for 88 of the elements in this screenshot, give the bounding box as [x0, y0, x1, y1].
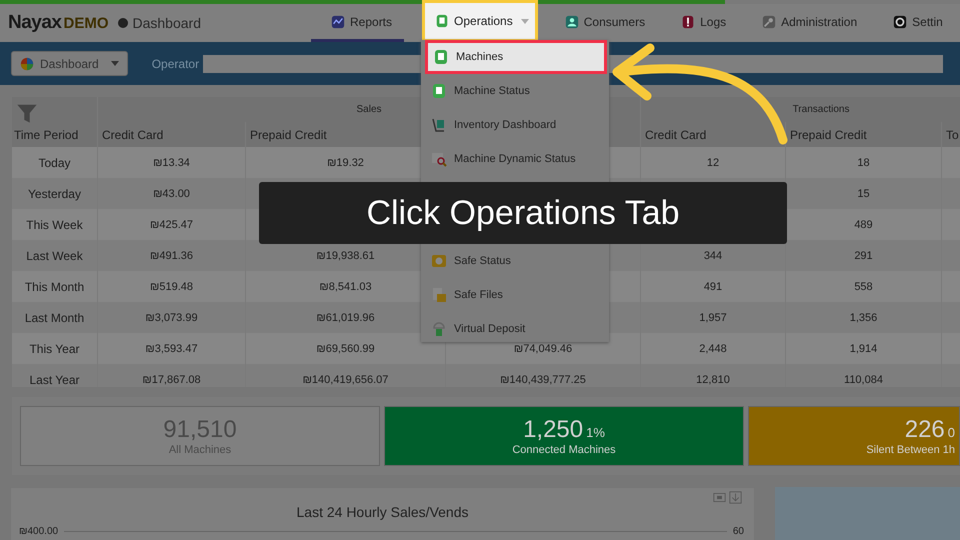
table-cell: Last Week — [26, 248, 83, 262]
table-cell: This Week — [26, 218, 83, 232]
table-cell: 15 — [857, 188, 870, 200]
stat-label: Silent Between 1h — [866, 444, 955, 456]
column-header: Credit Card — [645, 128, 706, 142]
table-cell: 489 — [854, 218, 873, 230]
table-cell: 1,957 — [699, 312, 727, 324]
table-cell: ₪61,019.96 — [316, 312, 375, 324]
safe-icon — [431, 253, 447, 269]
column-header: To — [946, 128, 959, 142]
cloud-icon — [431, 321, 447, 337]
table-cell: ₪491.36 — [150, 250, 193, 262]
operator-label: Operator — [152, 56, 200, 70]
table-cell: ₪140,419,656.07 — [302, 374, 388, 386]
chart-title: Last 24 Hourly Sales/Vends — [296, 504, 470, 520]
table-cell: ₪19.32 — [327, 156, 364, 168]
nav-tab[interactable]: Settin — [884, 4, 952, 42]
column-group-header: Transactions — [792, 104, 850, 115]
stat-value: 1,250 — [523, 416, 584, 444]
alert-icon — [681, 14, 696, 28]
search-icon — [431, 151, 447, 167]
table-cell: ₪140,439,777.25 — [500, 374, 586, 386]
table-cell: 491 — [704, 280, 722, 292]
caret-icon — [110, 61, 119, 66]
status-dot-icon — [118, 18, 128, 28]
table-cell: 18 — [857, 156, 870, 168]
column-group-header: Sales — [356, 104, 382, 115]
table-cell: 12 — [706, 156, 720, 168]
table-cell: ₪3,593.47 — [145, 342, 198, 354]
table-cell: ₪3,073.99 — [145, 312, 198, 324]
table-cell: ₪425.47 — [150, 218, 193, 230]
download-icon[interactable] — [729, 491, 742, 504]
people-icon — [564, 14, 579, 28]
table-cell: 558 — [854, 280, 873, 292]
settings-icon — [893, 14, 908, 28]
pie-chart-icon — [20, 56, 34, 70]
cart-icon — [431, 117, 447, 133]
page-title: Dashboard — [132, 15, 201, 31]
table-cell: 1,914 — [850, 342, 878, 354]
machine-icon — [431, 83, 447, 99]
table-cell: ₪13.34 — [153, 156, 190, 168]
table-cell: This Year — [29, 342, 80, 356]
table-cell: 12,810 — [696, 374, 730, 386]
stat-percent: 0 — [948, 425, 955, 440]
table-cell: ₪17,867.08 — [142, 374, 201, 386]
files-icon — [431, 287, 447, 303]
table-cell: 1,356 — [850, 312, 878, 324]
table-cell: ₪43.00 — [153, 188, 190, 200]
column-header: Prepaid Credit — [250, 128, 327, 142]
stat-value: 226 — [904, 416, 945, 444]
column-header: Prepaid Credit — [790, 128, 867, 142]
brand-logo: Nayax — [8, 12, 62, 34]
table-cell: 2,448 — [699, 342, 727, 354]
nav-tab[interactable]: Administration — [753, 4, 866, 42]
stat-label: Connected Machines — [512, 444, 616, 456]
table-cell: Today — [38, 156, 71, 170]
menu-item[interactable]: Machines — [425, 40, 607, 74]
menu-item[interactable]: Machine Dynamic Status — [421, 142, 609, 176]
chart-icon — [331, 14, 345, 28]
table-cell: ₪19,938.61 — [316, 250, 375, 262]
table-cell: This Month — [24, 280, 84, 294]
menu-item[interactable]: Safe Status — [421, 244, 609, 278]
table-cell: Last Month — [24, 310, 84, 324]
nav-tab[interactable]: Logs — [672, 4, 736, 42]
table-cell: Yesterday — [28, 186, 81, 200]
menu-item[interactable]: Inventory Dashboard — [421, 108, 609, 142]
table-cell: 344 — [704, 250, 722, 262]
column-header: Time Period — [14, 128, 78, 142]
nav-tab[interactable]: Operations — [422, 0, 538, 42]
table-cell: ₪69,560.99 — [316, 342, 375, 354]
view-dropdown[interactable]: Dashboard — [11, 51, 128, 76]
brand-suffix: DEMO — [64, 15, 108, 32]
key-icon — [762, 14, 776, 28]
table-cell: ₪519.48 — [150, 280, 193, 292]
table-cell: 110,084 — [844, 374, 883, 386]
axis-label: ₪400.00 — [19, 526, 58, 537]
stat-percent: 1% — [586, 425, 605, 440]
axis-label: 60 — [732, 526, 744, 537]
machine-icon — [433, 49, 449, 65]
table-cell: ₪8,541.03 — [319, 280, 372, 292]
menu-item[interactable]: Machine Status — [421, 74, 609, 108]
column-header: Credit Card — [102, 128, 164, 142]
menu-item[interactable]: Safe Files — [421, 278, 609, 312]
machine-icon — [435, 14, 450, 28]
image-icon[interactable] — [713, 491, 726, 504]
table-cell: 291 — [854, 250, 873, 262]
table-cell: Last Year — [29, 372, 80, 386]
caption-banner: Click Operations Tab — [259, 182, 787, 244]
